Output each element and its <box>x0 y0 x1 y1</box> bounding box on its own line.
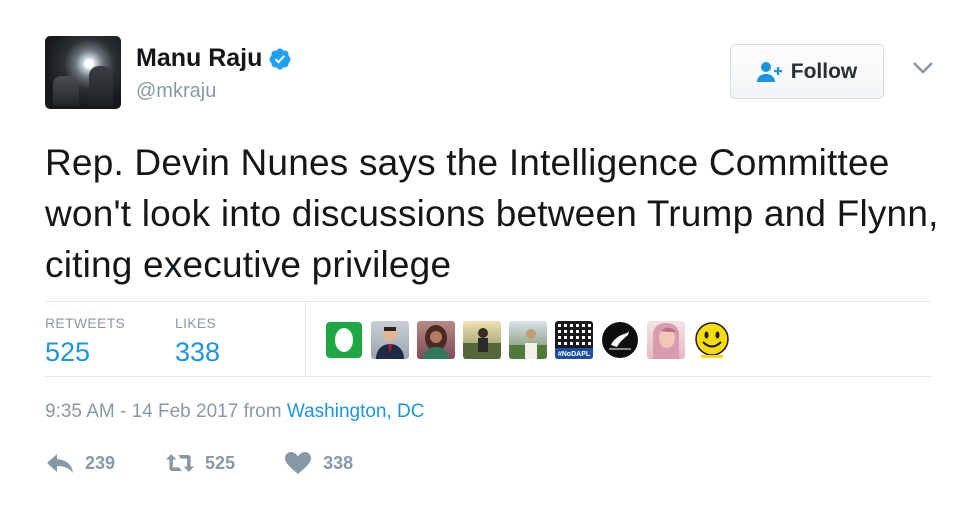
liker-avatar-8[interactable] <box>647 321 685 359</box>
liker-avatar-6[interactable]: #NoDAPL <box>555 321 593 359</box>
nodapl-text: #NoDAPL <box>558 351 591 358</box>
tweet-text: Rep. Devin Nunes says the Intelligence C… <box>45 142 939 285</box>
tweet-actions: 239 525 338 <box>45 451 353 475</box>
avatar[interactable] <box>45 36 121 109</box>
liker-avatar-5[interactable] <box>509 321 547 359</box>
liker-avatar-9[interactable] <box>693 321 731 359</box>
author-display-name[interactable]: Manu Raju <box>136 44 262 73</box>
nodapl-grid-avatar-icon: #NoDAPL <box>555 324 593 359</box>
woman-portrait-avatar-icon <box>653 323 679 359</box>
follow-button-label: Follow <box>790 59 858 83</box>
follow-button[interactable]: Follow <box>730 44 884 99</box>
reply-count: 239 <box>85 452 116 473</box>
verified-badge-icon <box>269 48 291 69</box>
man-in-suit-avatar-icon <box>376 327 404 359</box>
woman-avatar-icon <box>423 325 449 359</box>
liker-avatar-1[interactable] <box>325 321 363 359</box>
retweet-button[interactable]: 525 <box>165 451 235 475</box>
retweets-label: RETWEETS <box>45 315 126 331</box>
avatar-figure-right <box>89 66 113 106</box>
reply-button[interactable]: 239 <box>45 451 115 475</box>
likes-label: LIKES <box>175 315 217 331</box>
add-user-icon <box>756 61 782 82</box>
smiley-face-avatar-icon <box>695 322 729 358</box>
likes-stat[interactable]: LIKES 338 <box>175 315 220 368</box>
from-label: from <box>243 401 282 422</box>
liker-avatar-3[interactable] <box>417 321 455 359</box>
outdoor-photo-avatar-icon <box>463 328 501 359</box>
likes-count[interactable]: 338 <box>175 337 220 368</box>
liker-avatar-7[interactable] <box>601 321 639 359</box>
stats-vertical-divider <box>305 302 306 376</box>
tweet-timestamp: 9:35 AM - 14 Feb 2017 from Washington, D… <box>45 401 425 423</box>
liker-avatar-2[interactable] <box>371 321 409 359</box>
retweet-icon <box>165 454 195 472</box>
liker-avatars: #NoDAPL <box>325 321 731 359</box>
field-photo-avatar-icon <box>509 329 547 359</box>
reply-icon <box>47 454 73 473</box>
stats-top-divider <box>45 301 931 302</box>
location-link[interactable]: Washington, DC <box>287 401 425 422</box>
like-button[interactable]: 338 <box>283 451 353 475</box>
retweets-stat[interactable]: RETWEETS 525 <box>45 315 125 368</box>
like-count: 338 <box>323 452 354 473</box>
liker-avatar-4[interactable] <box>463 321 501 359</box>
retweet-count: 525 <box>205 452 236 473</box>
green-leaf-avatar-icon <box>326 322 362 358</box>
author-handle[interactable]: @mkraju <box>136 80 216 103</box>
stats-bottom-divider <box>45 376 931 377</box>
chevron-down-icon[interactable] <box>912 60 934 76</box>
retweets-count[interactable]: 525 <box>45 337 125 368</box>
heart-icon <box>285 452 312 474</box>
tweet-time[interactable]: 9:35 AM - 14 Feb 2017 <box>45 401 238 422</box>
author-name-row[interactable]: Manu Raju <box>136 44 292 73</box>
heron-circle-avatar-icon <box>602 322 638 358</box>
avatar-figure-left <box>53 76 79 106</box>
